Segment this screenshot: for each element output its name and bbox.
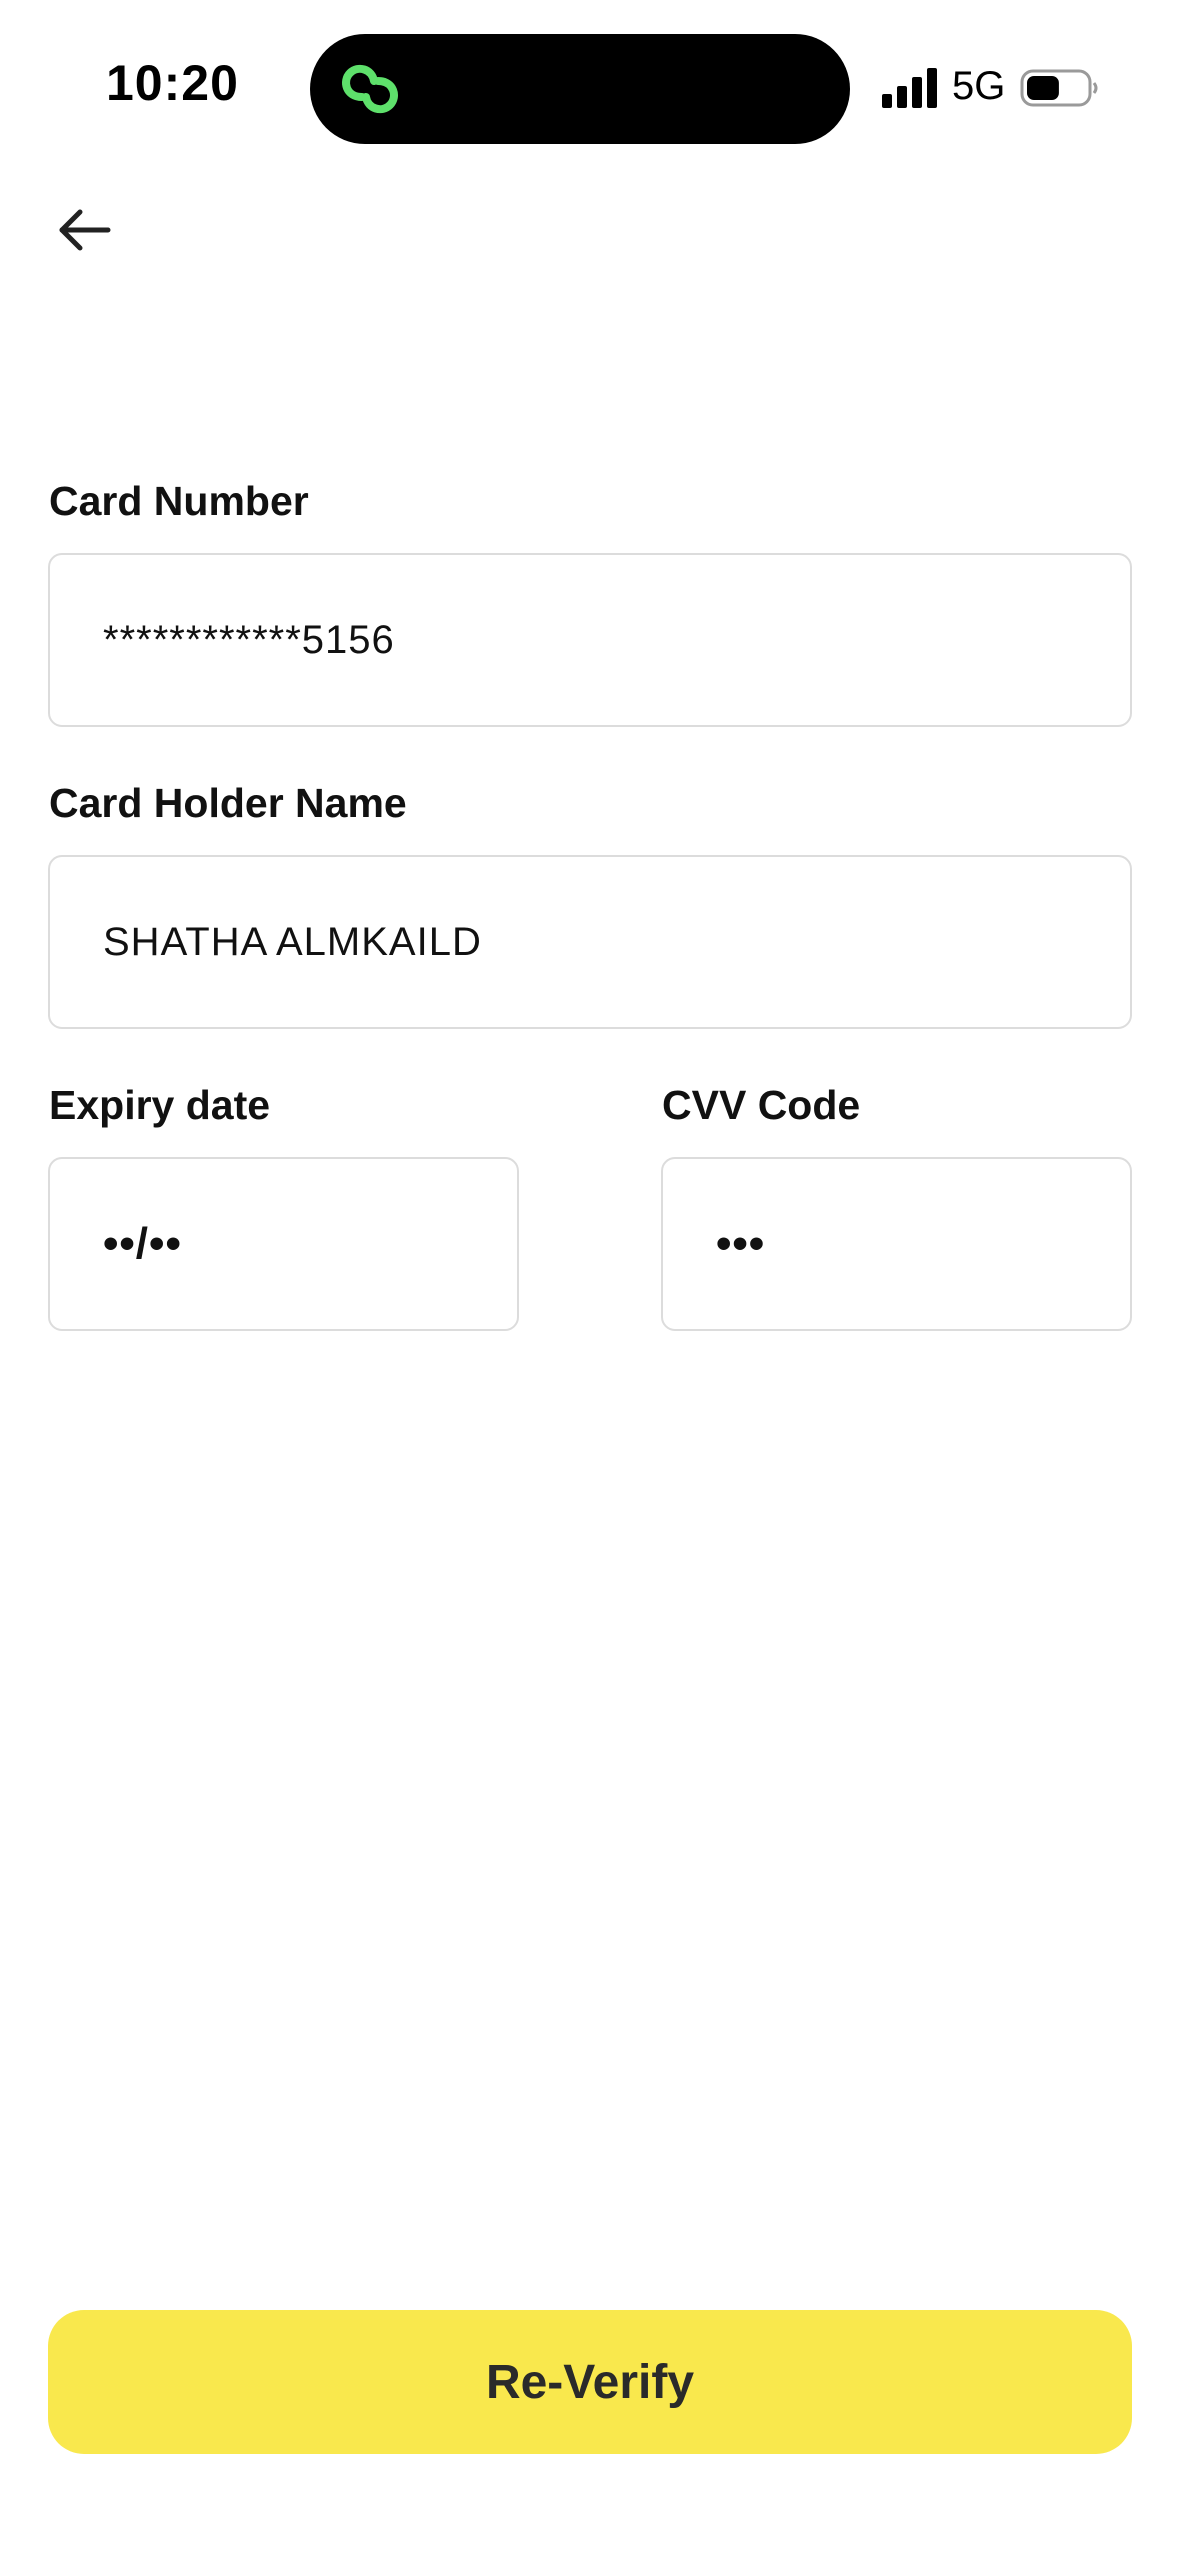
cvv-field[interactable]: •••: [661, 1157, 1132, 1331]
card-holder-value: SHATHA ALMKAILD: [103, 919, 482, 964]
reverify-button[interactable]: Re-Verify: [48, 2310, 1132, 2454]
cvv-value: •••: [716, 1219, 766, 1268]
status-time: 10:20: [106, 55, 239, 111]
card-holder-field[interactable]: SHATHA ALMKAILD: [48, 855, 1132, 1029]
expiry-date-value: ••/••: [103, 1219, 182, 1268]
dynamic-island: [310, 34, 850, 144]
link-rings-icon: [342, 64, 398, 114]
card-number-field[interactable]: ************5156: [48, 553, 1132, 727]
arrow-left-icon: [59, 209, 111, 251]
expiry-date-field[interactable]: ••/••: [48, 1157, 519, 1331]
cellular-signal-icon: [882, 68, 937, 108]
status-bar: 10:20 5G: [0, 0, 1179, 160]
card-number-label: Card Number: [49, 478, 309, 524]
network-label: 5G: [952, 64, 1006, 108]
back-button[interactable]: [44, 190, 124, 270]
card-holder-label: Card Holder Name: [49, 780, 407, 826]
cvv-label: CVV Code: [662, 1082, 861, 1128]
card-number-value: ************5156: [103, 617, 395, 662]
expiry-date-label: Expiry date: [49, 1082, 271, 1128]
battery-icon: [1020, 69, 1098, 107]
